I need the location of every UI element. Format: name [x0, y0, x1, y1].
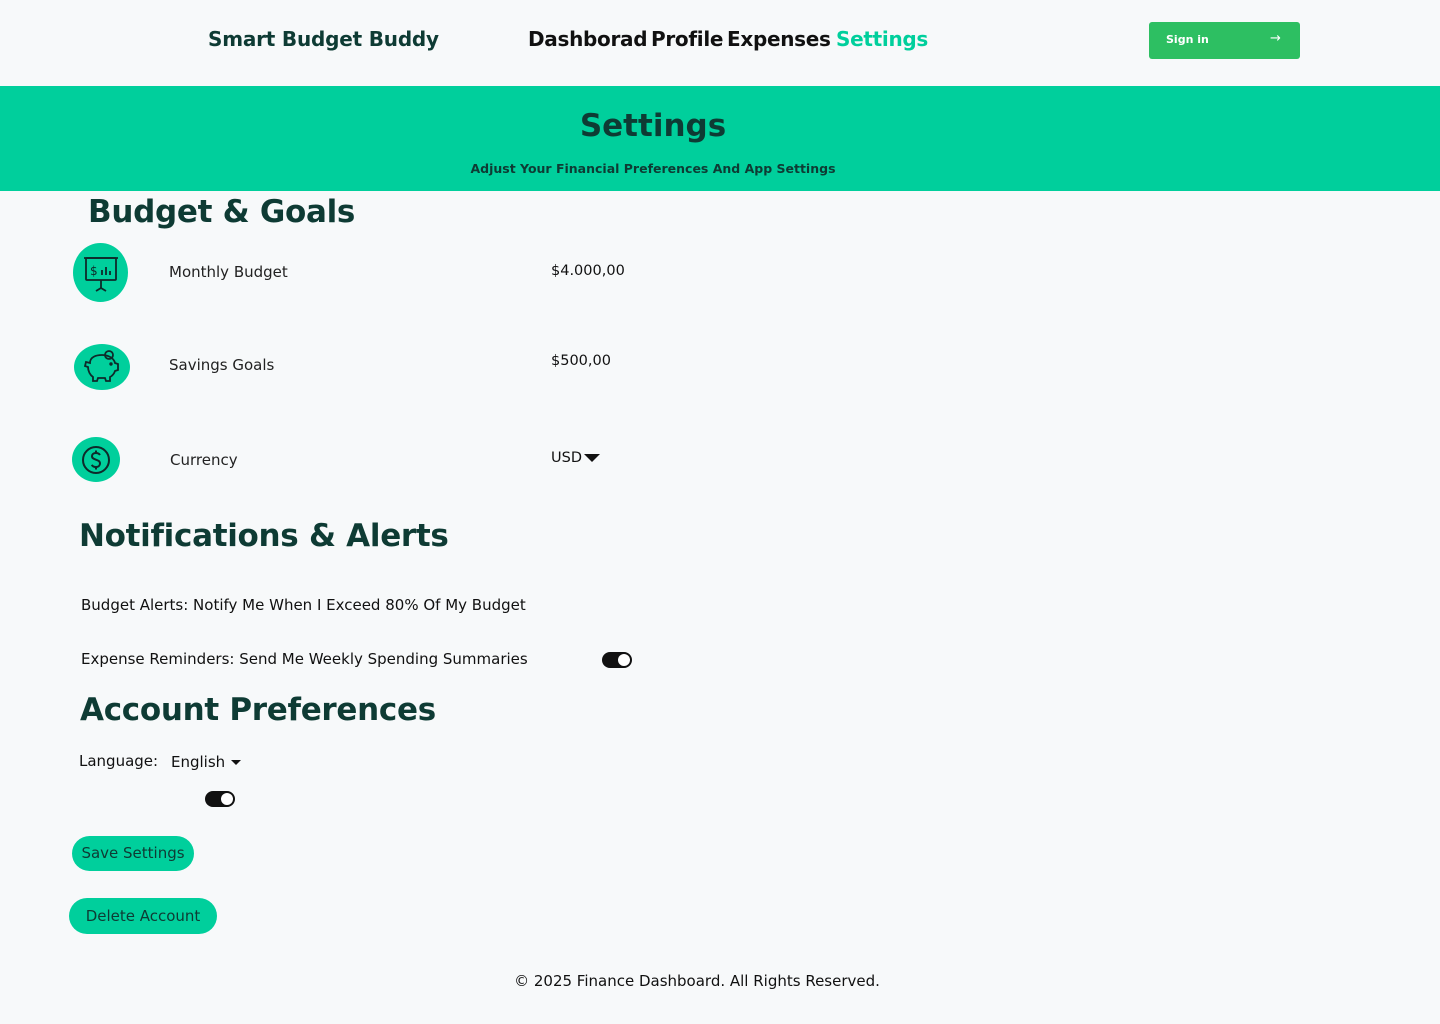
language-value: English — [171, 753, 226, 771]
nav-link-profile[interactable]: Profile — [651, 27, 723, 51]
nav-link-expenses[interactable]: Expenses — [727, 27, 831, 51]
toggle-knob — [221, 793, 233, 805]
sign-in-label: Sign in — [1166, 33, 1209, 46]
notifications-heading: Notifications & Alerts — [79, 518, 449, 554]
budget-goals-heading: Budget & Goals — [88, 194, 356, 230]
presentation-chart-icon: $ — [73, 243, 128, 302]
caret-down-icon — [583, 454, 600, 462]
language-select[interactable]: English — [171, 753, 242, 771]
brand-name: Smart Budget Buddy — [208, 27, 439, 51]
savings-goals-label: Savings Goals — [169, 356, 275, 374]
dollar-circle-icon — [72, 437, 120, 482]
arrow-right-icon: → — [1270, 31, 1281, 46]
budget-alerts-label: Budget Alerts: Notify Me When I Exceed 8… — [81, 596, 526, 614]
nav-link-dashboard[interactable]: Dashborad — [528, 27, 648, 51]
page-subtitle: Adjust Your Financial Preferences And Ap… — [470, 161, 836, 176]
savings-goals-value[interactable]: $500,00 — [551, 353, 611, 369]
expense-reminders-label: Expense Reminders: Send Me Weekly Spendi… — [81, 650, 528, 668]
page-header-banner: Settings Adjust Your Financial Preferenc… — [0, 86, 1440, 191]
monthly-budget-value[interactable]: $4.000,00 — [551, 263, 625, 279]
expense-reminders-toggle[interactable] — [602, 652, 632, 668]
preference-toggle[interactable] — [205, 791, 235, 807]
currency-select[interactable]: USD — [551, 450, 600, 466]
svg-text:$: $ — [90, 264, 98, 278]
sign-in-button[interactable]: Sign in → — [1149, 22, 1300, 59]
currency-value: USD — [551, 450, 582, 466]
account-preferences-heading: Account Preferences — [80, 692, 436, 728]
save-settings-button[interactable]: Save Settings — [72, 836, 194, 871]
monthly-budget-label: Monthly Budget — [169, 263, 288, 281]
footer-copyright: © 2025 Finance Dashboard. All Rights Res… — [514, 972, 880, 990]
nav-link-settings[interactable]: Settings — [836, 27, 928, 51]
caret-down-icon — [231, 760, 242, 765]
page-title: Settings — [579, 108, 727, 144]
piggy-bank-icon — [74, 344, 130, 390]
currency-label: Currency — [170, 451, 238, 469]
top-navbar: Smart Budget Buddy Dashborad Profile Exp… — [0, 0, 1440, 86]
delete-account-button[interactable]: Delete Account — [69, 898, 217, 934]
toggle-knob — [618, 654, 630, 666]
language-label: Language: — [79, 752, 159, 770]
